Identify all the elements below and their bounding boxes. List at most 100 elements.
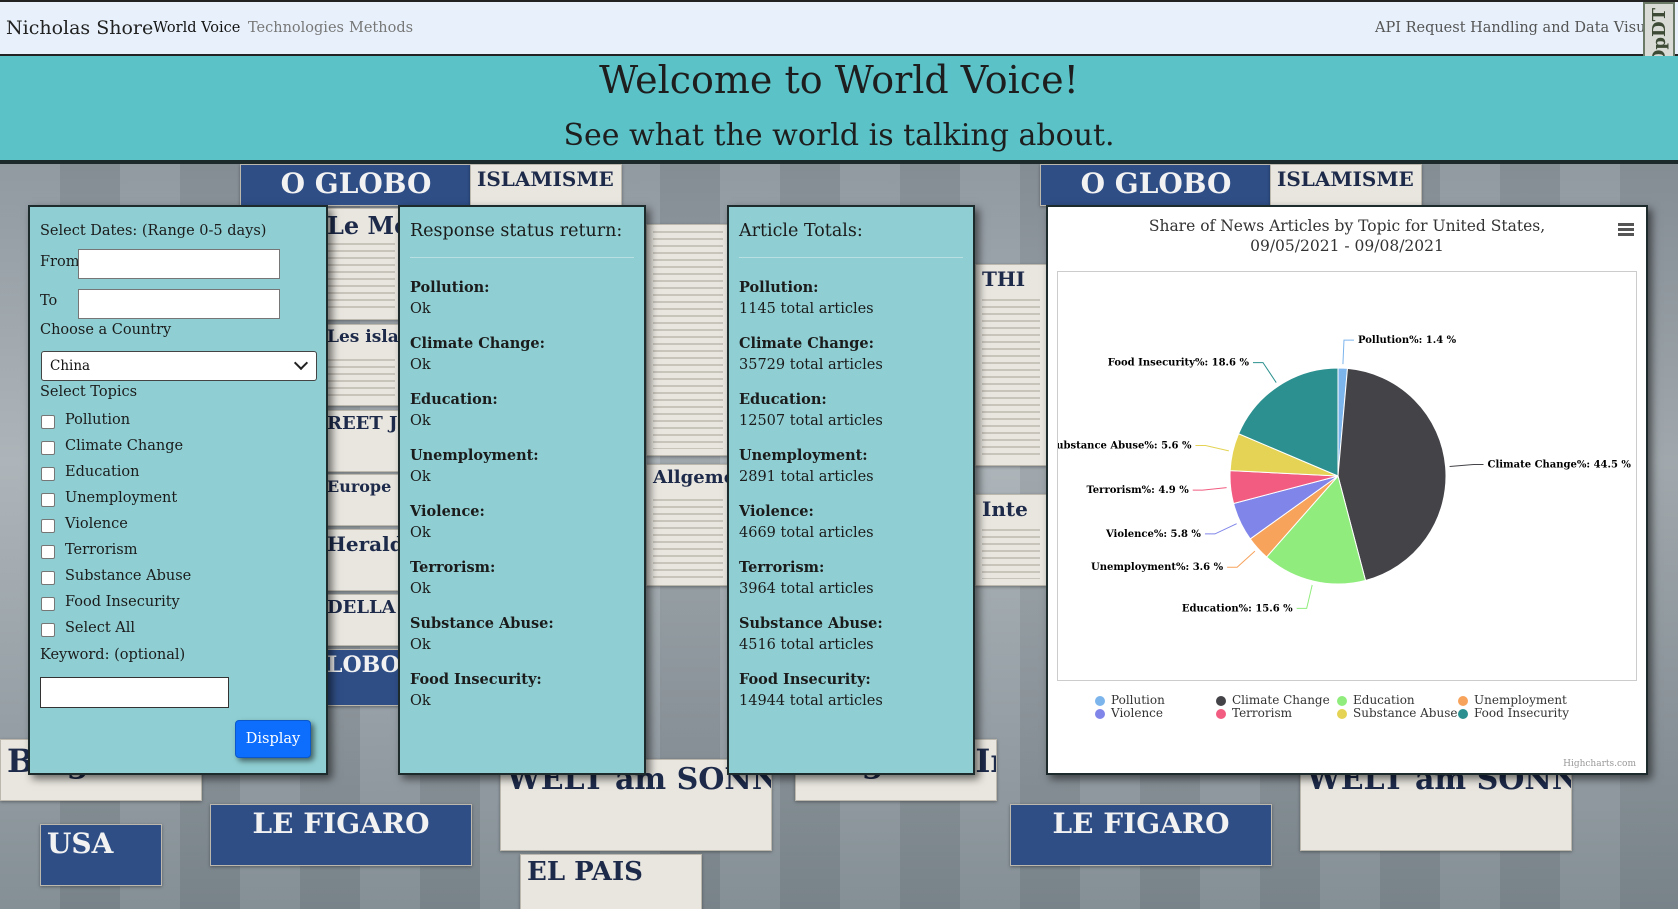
legend-item-violence[interactable]: Violence (1095, 706, 1164, 720)
legend-symbol-icon (1337, 696, 1347, 706)
topic-label: Violence (65, 516, 128, 532)
topic-label: Select All (65, 620, 136, 636)
legend-label: Terrorism (1232, 706, 1292, 720)
checkbox[interactable] (41, 493, 55, 507)
display-button[interactable]: Display (235, 720, 311, 758)
legend-label: Unemployment (1474, 693, 1567, 707)
status-entry: Education: Ok (410, 391, 498, 429)
legend-item-pollution[interactable]: Pollution (1095, 693, 1165, 707)
chart-title-block: Share of News Articles by Topic for Unit… (1048, 216, 1646, 256)
status-entry: Substance Abuse: Ok (410, 615, 554, 653)
status-entry: Food Insecurity: Ok (410, 671, 542, 709)
checkbox[interactable] (41, 571, 55, 585)
bg-paper: Les isla (320, 324, 402, 406)
legend-label: Climate Change (1232, 693, 1330, 707)
checkbox[interactable] (41, 467, 55, 481)
topics-label: Select Topics (40, 384, 138, 400)
status-label: Violence: (410, 503, 485, 520)
legend-item-climate-change[interactable]: Climate Change (1216, 693, 1330, 707)
legend-label: Pollution (1111, 693, 1165, 707)
topic-label: Terrorism (65, 542, 138, 558)
country-select-value: China (50, 358, 91, 374)
page-title: Welcome to World Voice! (599, 58, 1079, 102)
totals-entry: Terrorism: 3964 total articles (739, 559, 874, 597)
hero-header: Welcome to World Voice! See what the wor… (0, 56, 1678, 164)
legend-symbol-icon (1095, 696, 1105, 706)
totals-label: Food Insecurity: (739, 671, 871, 688)
country-select[interactable]: China (41, 351, 317, 381)
status-label: Education: (410, 391, 498, 408)
totals-label: Pollution: (739, 279, 819, 296)
nav-link-technologies[interactable]: Technologies (248, 20, 344, 36)
data-label-terrorism: Terrorism%: 4.9 % (1087, 485, 1190, 496)
checkbox[interactable] (41, 623, 55, 637)
totals-entry: Substance Abuse: 4516 total articles (739, 615, 883, 653)
nav-link-api-request[interactable]: API Request Handling and Data Visualiz (1375, 20, 1671, 36)
connector-terrorism (1192, 487, 1227, 491)
status-value: Ok (410, 693, 431, 709)
totals-label: Terrorism: (739, 559, 825, 576)
status-label: Unemployment: (410, 447, 539, 464)
legend-item-substance-abuse[interactable]: Substance Abuse (1337, 706, 1458, 720)
totals-entry: Violence: 4669 total articles (739, 503, 874, 541)
keyword-input[interactable] (40, 677, 229, 708)
checkbox[interactable] (41, 415, 55, 429)
bg-paper (646, 224, 730, 456)
totals-label: Unemployment: (739, 447, 868, 464)
hamburger-menu-icon[interactable] (1618, 223, 1634, 236)
legend-symbol-icon (1458, 709, 1468, 719)
to-date-input[interactable] (78, 289, 280, 319)
bg-paper: LOBO (320, 649, 402, 706)
chart-credits[interactable]: Highcharts.com (1563, 759, 1636, 769)
status-entry: Violence: Ok (410, 503, 485, 541)
data-label-unemployment: Unemployment%: 3.6 % (1091, 562, 1224, 573)
checkbox[interactable] (41, 519, 55, 533)
chart-subtitle: 09/05/2021 - 09/08/2021 (1250, 237, 1444, 255)
legend-label: Food Insecurity (1474, 706, 1569, 720)
totals-entry: Unemployment: 2891 total articles (739, 447, 874, 485)
bg-paper: O GLOBO (240, 164, 472, 206)
nav-link-world-voice[interactable]: World Voice (153, 20, 240, 36)
divider (739, 257, 963, 258)
status-entry: Unemployment: Ok (410, 447, 539, 485)
page-subtitle: See what the world is talking about. (563, 118, 1115, 153)
bg-paper: ISLAMISME (470, 164, 622, 206)
from-label: From (40, 254, 80, 270)
totals-value: 14944 total articles (739, 693, 883, 709)
legend-label: Education (1353, 693, 1415, 707)
connector-unemployment (1227, 550, 1256, 568)
legend-label: Violence (1111, 706, 1164, 720)
brand-link[interactable]: Nicholas Shore (6, 17, 153, 39)
legend-item-terrorism[interactable]: Terrorism (1216, 706, 1292, 720)
bg-paper: Inte (975, 494, 1047, 586)
from-date-input[interactable] (78, 249, 280, 279)
legend-item-education[interactable]: Education (1337, 693, 1415, 707)
data-label-climate-change: Climate Change%: 44.5 % (1488, 459, 1632, 470)
totals-label: Education: (739, 391, 827, 408)
checkbox[interactable] (41, 545, 55, 559)
checkbox[interactable] (41, 441, 55, 455)
status-value: Ok (410, 469, 431, 485)
legend-symbol-icon (1095, 709, 1105, 719)
bg-paper: Le Monde (320, 208, 402, 320)
legend-symbol-icon (1458, 696, 1468, 706)
totals-panel-title: Article Totals: (739, 221, 863, 241)
bg-paper: REET JOU (320, 410, 402, 472)
totals-value: 4516 total articles (739, 637, 874, 653)
legend-item-food-insecurity[interactable]: Food Insecurity (1458, 706, 1569, 720)
legend-item-unemployment[interactable]: Unemployment (1458, 693, 1567, 707)
connector-violence (1204, 523, 1237, 535)
nav-link-methods[interactable]: Methods (349, 20, 413, 36)
legend-label: Substance Abuse (1353, 706, 1458, 720)
plot-area: Pollution%: 1.4 % Climate Change%: 44.5 %… (1049, 271, 1637, 681)
bg-paper: USA (40, 824, 162, 886)
connector-pollution (1342, 339, 1354, 365)
totals-value: 35729 total articles (739, 357, 883, 373)
checkbox[interactable] (41, 597, 55, 611)
country-label: Choose a Country (40, 322, 172, 338)
status-panel-title: Response status return: (410, 221, 623, 241)
status-label: Pollution: (410, 279, 490, 296)
bg-paper: ISLAMISME (1270, 164, 1422, 206)
topic-label: Food Insecurity (65, 594, 180, 610)
status-label: Terrorism: (410, 559, 496, 576)
